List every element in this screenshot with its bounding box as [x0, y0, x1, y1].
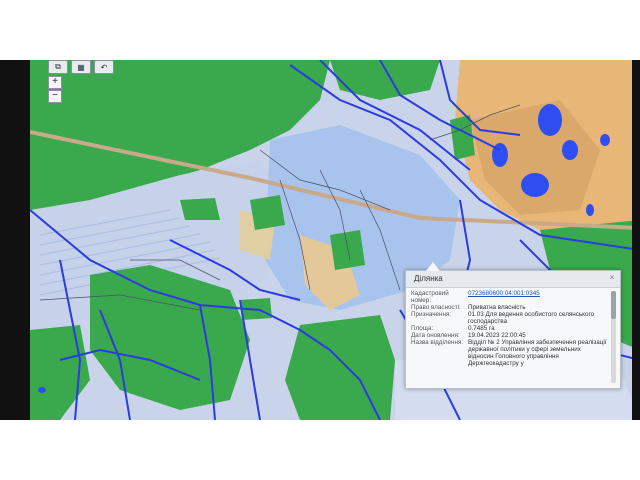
layers-icon[interactable]: ⧉ — [48, 60, 68, 74]
table-row: Кадастровий номер: 0723680600:04:001:034… — [410, 290, 608, 304]
zoom-out-button[interactable]: − — [48, 90, 62, 103]
map-toolbar: ⧉ ▦ ↶ — [48, 60, 114, 74]
zoom-control: + − — [48, 76, 62, 104]
table-row: Призначення: 01.03 Для ведення особистог… — [410, 311, 608, 325]
scrollbar-thumb[interactable] — [611, 291, 616, 319]
area-label: Площа: — [411, 325, 434, 332]
purpose-label: Призначення: — [411, 311, 452, 318]
popup-title: Ділянка — [406, 271, 620, 288]
ownership-label: Право власності: — [411, 304, 461, 311]
parcel-info-popup: Ділянка × Кадастровий номер: 0723680600:… — [405, 262, 621, 389]
zoom-in-button[interactable]: + — [48, 76, 62, 89]
department-value: Відділ № 2 Управління забезпечення реалі… — [468, 339, 607, 367]
undo-icon[interactable]: ↶ — [94, 60, 114, 74]
table-row: Дата оновлення: 19.04.2023 22:00:45 — [410, 332, 608, 339]
parcel-attributes-table: Кадастровий номер: 0723680600:04:001:034… — [410, 290, 608, 367]
close-icon[interactable]: × — [607, 273, 617, 283]
table-row: Площа: 0.7485 га — [410, 325, 608, 332]
table-row: Право власності: Приватна власність — [410, 304, 608, 311]
table-row: Назва відділення: Відділ № 2 Управління … — [410, 339, 608, 367]
cadastral-number-label: Кадастровий номер: — [411, 290, 449, 304]
cadastral-number-link[interactable]: 0723680600:04:001:0345 — [467, 290, 608, 304]
popup-scrollbar[interactable] — [611, 291, 616, 383]
monitor-bezel-left — [0, 60, 30, 420]
popup-pointer — [426, 262, 440, 271]
monitor-bezel-right — [632, 60, 640, 420]
ownership-value: Приватна власність — [468, 304, 526, 311]
department-label: Назва відділення: — [411, 339, 464, 346]
purpose-value: 01.03 Для ведення особистого селянського… — [468, 311, 595, 325]
update-date-value: 19.04.2023 22:00:45 — [468, 332, 526, 339]
monitor-screen: ⧉ ▦ ↶ + − Ділянка × Кадастровий номер: 0… — [0, 60, 640, 420]
grid-icon[interactable]: ▦ — [71, 60, 91, 74]
update-date-label: Дата оновлення: — [411, 332, 460, 339]
area-value: 0.7485 га — [468, 325, 495, 332]
